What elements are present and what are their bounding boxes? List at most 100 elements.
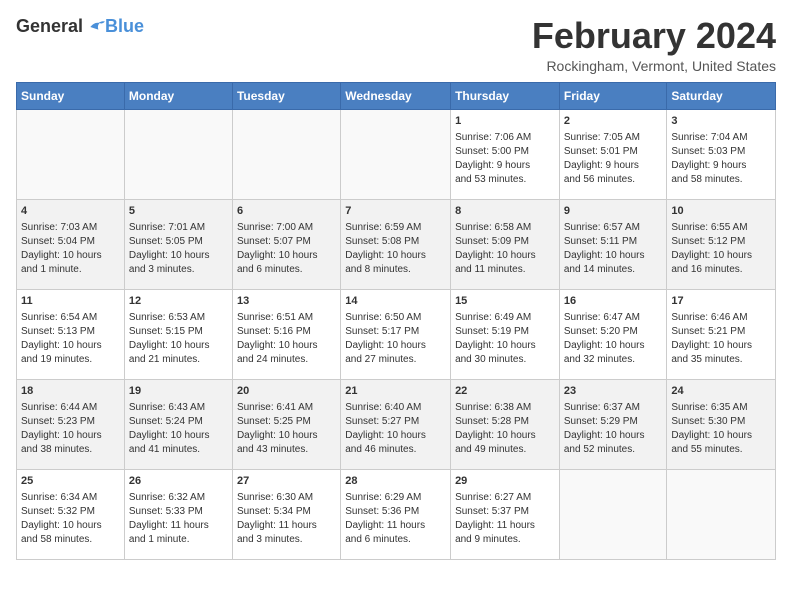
day-content-line: and 1 minute.: [129, 533, 228, 547]
day-content-line: Sunrise: 6:51 AM: [237, 311, 336, 325]
day-content-line: Sunset: 5:29 PM: [564, 415, 663, 429]
day-content-line: and 55 minutes.: [671, 443, 771, 457]
day-content-line: Daylight: 10 hours: [345, 339, 446, 353]
day-content-line: and 43 minutes.: [237, 443, 336, 457]
day-content-line: Sunset: 5:34 PM: [237, 505, 336, 519]
calendar-cell: [17, 109, 125, 199]
day-content-line: and 8 minutes.: [345, 263, 446, 277]
day-content-line: Sunset: 5:36 PM: [345, 505, 446, 519]
day-content-line: Daylight: 10 hours: [21, 249, 120, 263]
day-content-line: Sunrise: 7:00 AM: [237, 221, 336, 235]
day-number: 25: [21, 474, 120, 489]
day-content-line: Sunrise: 7:04 AM: [671, 131, 771, 145]
day-content-line: Sunrise: 6:41 AM: [237, 401, 336, 415]
day-content-line: and 14 minutes.: [564, 263, 663, 277]
weekday-header-wednesday: Wednesday: [341, 82, 451, 109]
day-content-line: and 58 minutes.: [21, 533, 120, 547]
day-content-line: Sunset: 5:07 PM: [237, 235, 336, 249]
day-content-line: and 11 minutes.: [455, 263, 555, 277]
day-content-line: Sunset: 5:09 PM: [455, 235, 555, 249]
day-content-line: Daylight: 11 hours: [345, 519, 446, 533]
day-number: 10: [671, 204, 771, 219]
day-number: 12: [129, 294, 228, 309]
calendar-cell: 7Sunrise: 6:59 AMSunset: 5:08 PMDaylight…: [341, 199, 451, 289]
day-content-line: Daylight: 10 hours: [671, 339, 771, 353]
day-number: 2: [564, 114, 663, 129]
day-content-line: and 52 minutes.: [564, 443, 663, 457]
calendar-cell: 21Sunrise: 6:40 AMSunset: 5:27 PMDayligh…: [341, 379, 451, 469]
day-content-line: Sunrise: 6:46 AM: [671, 311, 771, 325]
day-content-line: Daylight: 10 hours: [21, 429, 120, 443]
day-content-line: Daylight: 9 hours: [671, 159, 771, 173]
calendar-cell: 6Sunrise: 7:00 AMSunset: 5:07 PMDaylight…: [232, 199, 340, 289]
calendar-cell: 4Sunrise: 7:03 AMSunset: 5:04 PMDaylight…: [17, 199, 125, 289]
day-content-line: and 56 minutes.: [564, 173, 663, 187]
day-number: 7: [345, 204, 446, 219]
day-content-line: Daylight: 10 hours: [455, 339, 555, 353]
day-number: 29: [455, 474, 555, 489]
day-content-line: and 1 minute.: [21, 263, 120, 277]
day-content-line: Daylight: 10 hours: [455, 249, 555, 263]
day-content-line: Sunset: 5:04 PM: [21, 235, 120, 249]
day-content-line: Sunrise: 6:47 AM: [564, 311, 663, 325]
day-content-line: Sunset: 5:24 PM: [129, 415, 228, 429]
weekday-header-friday: Friday: [559, 82, 667, 109]
calendar-week-row: 1Sunrise: 7:06 AMSunset: 5:00 PMDaylight…: [17, 109, 776, 199]
day-content-line: Daylight: 10 hours: [129, 339, 228, 353]
day-content-line: Sunrise: 6:29 AM: [345, 491, 446, 505]
day-content-line: Daylight: 11 hours: [237, 519, 336, 533]
day-content-line: and 9 minutes.: [455, 533, 555, 547]
day-content-line: Sunset: 5:28 PM: [455, 415, 555, 429]
day-number: 1: [455, 114, 555, 129]
day-number: 20: [237, 384, 336, 399]
day-content-line: Sunset: 5:20 PM: [564, 325, 663, 339]
day-content-line: Sunset: 5:32 PM: [21, 505, 120, 519]
day-content-line: and 49 minutes.: [455, 443, 555, 457]
day-content-line: Daylight: 10 hours: [129, 429, 228, 443]
logo: General Blue: [16, 16, 144, 37]
day-number: 9: [564, 204, 663, 219]
weekday-header-saturday: Saturday: [667, 82, 776, 109]
day-content-line: Sunrise: 6:53 AM: [129, 311, 228, 325]
calendar-cell: 20Sunrise: 6:41 AMSunset: 5:25 PMDayligh…: [232, 379, 340, 469]
calendar-cell: 27Sunrise: 6:30 AMSunset: 5:34 PMDayligh…: [232, 469, 340, 559]
day-content-line: and 46 minutes.: [345, 443, 446, 457]
day-number: 18: [21, 384, 120, 399]
day-content-line: Sunrise: 6:35 AM: [671, 401, 771, 415]
title-block: February 2024 Rockingham, Vermont, Unite…: [532, 16, 776, 74]
logo-bird-icon: [85, 17, 105, 37]
calendar-cell: 24Sunrise: 6:35 AMSunset: 5:30 PMDayligh…: [667, 379, 776, 469]
day-content-line: and 30 minutes.: [455, 353, 555, 367]
calendar-cell: 15Sunrise: 6:49 AMSunset: 5:19 PMDayligh…: [451, 289, 560, 379]
day-number: 3: [671, 114, 771, 129]
calendar-cell: 11Sunrise: 6:54 AMSunset: 5:13 PMDayligh…: [17, 289, 125, 379]
day-content-line: and 19 minutes.: [21, 353, 120, 367]
day-content-line: Daylight: 10 hours: [129, 249, 228, 263]
day-content-line: and 16 minutes.: [671, 263, 771, 277]
day-content-line: and 53 minutes.: [455, 173, 555, 187]
day-content-line: Sunrise: 6:49 AM: [455, 311, 555, 325]
day-content-line: Sunrise: 6:59 AM: [345, 221, 446, 235]
day-content-line: Sunset: 5:03 PM: [671, 145, 771, 159]
day-content-line: Daylight: 10 hours: [345, 249, 446, 263]
day-content-line: Sunset: 5:33 PM: [129, 505, 228, 519]
day-content-line: Sunrise: 6:40 AM: [345, 401, 446, 415]
calendar-cell: 14Sunrise: 6:50 AMSunset: 5:17 PMDayligh…: [341, 289, 451, 379]
calendar-cell: 17Sunrise: 6:46 AMSunset: 5:21 PMDayligh…: [667, 289, 776, 379]
day-content-line: Sunrise: 6:27 AM: [455, 491, 555, 505]
calendar-cell: 10Sunrise: 6:55 AMSunset: 5:12 PMDayligh…: [667, 199, 776, 289]
day-content-line: and 32 minutes.: [564, 353, 663, 367]
calendar-cell: [341, 109, 451, 199]
day-number: 11: [21, 294, 120, 309]
day-number: 19: [129, 384, 228, 399]
day-content-line: Sunrise: 7:06 AM: [455, 131, 555, 145]
day-number: 17: [671, 294, 771, 309]
calendar-cell: 5Sunrise: 7:01 AMSunset: 5:05 PMDaylight…: [124, 199, 232, 289]
day-content-line: Daylight: 10 hours: [564, 339, 663, 353]
day-content-line: Sunrise: 6:32 AM: [129, 491, 228, 505]
day-content-line: Daylight: 10 hours: [21, 519, 120, 533]
day-content-line: Sunset: 5:16 PM: [237, 325, 336, 339]
calendar-cell: [667, 469, 776, 559]
day-content-line: Sunset: 5:27 PM: [345, 415, 446, 429]
day-number: 22: [455, 384, 555, 399]
